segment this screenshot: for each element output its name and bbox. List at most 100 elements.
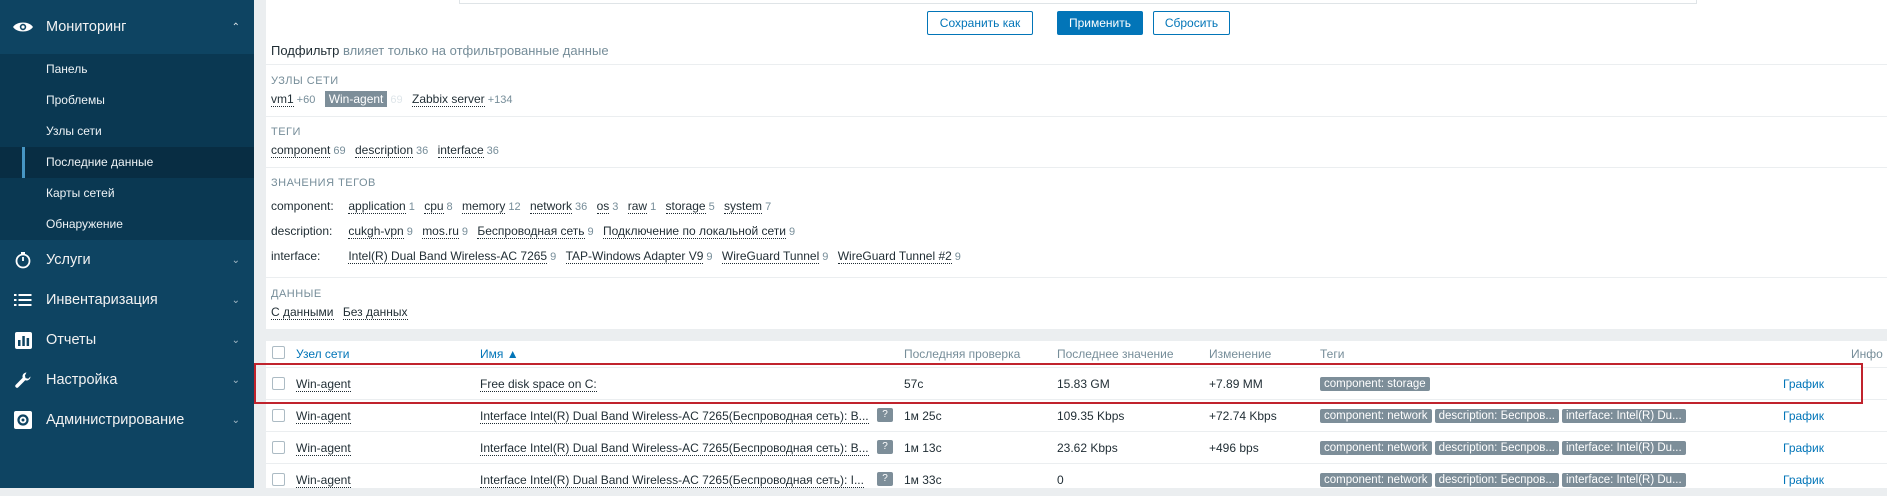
tag-label[interactable]: network [529, 199, 572, 214]
tag-label[interactable]: os [596, 199, 610, 214]
tag-label[interactable]: Zabbix server [411, 92, 485, 107]
tag-badge[interactable]: interface: Intel(R) Du... [1561, 473, 1686, 487]
row-host[interactable]: Win-agent [296, 473, 351, 488]
graph-link[interactable]: График [1783, 441, 1824, 455]
subfilter-value-lan[interactable]: Подключение по локальной сети 9 [603, 224, 795, 239]
subfilter-tag-component[interactable]: component 69 [271, 143, 346, 158]
menu-configuration[interactable]: Настройка ⌄ [0, 360, 254, 400]
item-name-link[interactable]: Interface Intel(R) Dual Band Wireless-AC… [480, 441, 869, 456]
row-host[interactable]: Win-agent [296, 409, 351, 424]
comment-icon[interactable]: ? [877, 408, 893, 422]
tag-badge[interactable]: component: network [1320, 409, 1432, 423]
tag-label[interactable]: Intel(R) Dual Band Wireless-AC 7265 [348, 249, 548, 264]
subfilter-host-zabbix-server[interactable]: Zabbix server +134 [411, 92, 512, 107]
menu-monitoring[interactable]: Мониторинг ⌃ [0, 0, 254, 54]
column-name-header[interactable]: Имя ▲ [480, 347, 519, 361]
reset-button[interactable]: Сбросить [1153, 11, 1230, 35]
subfilter-value-wireguard-2[interactable]: WireGuard Tunnel #2 9 [837, 249, 961, 264]
submenu-maps[interactable]: Карты сетей [0, 178, 254, 209]
tag-label[interactable]: component [271, 143, 331, 158]
save-as-button[interactable]: Сохранить как [927, 11, 1033, 35]
tag-label[interactable]: WireGuard Tunnel #2 [837, 249, 952, 264]
subfilter-value-system[interactable]: system 7 [724, 199, 771, 214]
graph-link[interactable]: График [1783, 409, 1824, 423]
tag-badge[interactable]: description: Беспров... [1434, 409, 1559, 423]
tag-badge[interactable]: interface: Intel(R) Du... [1561, 409, 1686, 423]
subfilter-without-data[interactable]: Без данных [342, 305, 408, 320]
column-host-header[interactable]: Узел сети [296, 347, 349, 361]
menu-reports[interactable]: Отчеты ⌄ [0, 320, 254, 360]
row-host[interactable]: Win-agent [296, 377, 351, 392]
select-all-checkbox[interactable] [272, 346, 285, 359]
subfilter-value-tap-windows[interactable]: TAP-Windows Adapter V9 9 [565, 249, 713, 264]
subfilter-value-wireguard[interactable]: WireGuard Tunnel 9 [721, 249, 828, 264]
subfilter-value-memory[interactable]: memory 12 [462, 199, 521, 214]
tag-badge[interactable]: interface: Intel(R) Du... [1561, 441, 1686, 455]
row-checkbox[interactable] [272, 473, 285, 486]
submenu-hosts[interactable]: Узлы сети [0, 116, 254, 147]
tag-label[interactable]: cpu [424, 199, 444, 214]
row-item-name[interactable]: Interface Intel(R) Dual Band Wireless-AC… [480, 441, 869, 456]
row-checkbox[interactable] [272, 441, 285, 454]
tag-badge[interactable]: component: network [1320, 473, 1432, 487]
host-link[interactable]: Win-agent [296, 441, 351, 456]
item-name-link[interactable]: Interface Intel(R) Dual Band Wireless-AC… [480, 473, 864, 488]
tag-badge[interactable]: component: network [1320, 441, 1432, 455]
subfilter-with-data[interactable]: С данными [271, 305, 334, 320]
tag-label[interactable]: vm1 [271, 92, 294, 107]
row-checkbox[interactable] [272, 377, 285, 390]
item-name-link[interactable]: Free disk space on C: [480, 377, 597, 392]
tag-label[interactable]: raw [627, 199, 648, 214]
apply-button[interactable]: Применить [1057, 11, 1143, 35]
row-checkbox[interactable] [272, 409, 285, 422]
subfilter-host-vm1[interactable]: vm1 +60 [271, 92, 315, 107]
item-name-link[interactable]: Interface Intel(R) Dual Band Wireless-AC… [480, 409, 869, 424]
tag-label[interactable]: interface [437, 143, 484, 158]
submenu-problems[interactable]: Проблемы [0, 85, 254, 116]
submenu-dashboard[interactable]: Панель [0, 54, 254, 85]
tag-label[interactable]: memory [462, 199, 506, 214]
subfilter-value-intel-wireless[interactable]: Intel(R) Dual Band Wireless-AC 7265 9 [348, 249, 556, 264]
tag-label[interactable]: Подключение по локальной сети [603, 224, 787, 239]
host-link[interactable]: Win-agent [296, 377, 351, 392]
tag-label[interactable]: description [354, 143, 413, 158]
tag-label[interactable]: Беспроводная сеть [477, 224, 585, 239]
tag-badge[interactable]: component: storage [1320, 377, 1430, 391]
subfilter-tag-description[interactable]: description 36 [354, 143, 428, 158]
tag-label[interactable]: Win-agent [324, 91, 388, 107]
subfilter-value-wireless[interactable]: Беспроводная сеть 9 [477, 224, 594, 239]
subfilter-value-os[interactable]: os 3 [596, 199, 618, 214]
menu-services[interactable]: Услуги ⌄ [0, 240, 254, 280]
subfilter-value-network[interactable]: network 36 [529, 199, 587, 214]
subfilter-value-application[interactable]: application 1 [348, 199, 415, 214]
graph-link[interactable]: График [1783, 473, 1824, 487]
subfilter-value-raw[interactable]: raw 1 [627, 199, 656, 214]
subfilter-tag-interface[interactable]: interface 36 [437, 143, 499, 158]
menu-administration[interactable]: Администрирование ⌄ [0, 400, 254, 440]
subfilter-host-win-agent[interactable]: Win-agent 69 [324, 91, 403, 107]
tag-label[interactable]: storage [665, 199, 706, 214]
submenu-latest-data[interactable]: Последние данные [0, 147, 254, 178]
host-link[interactable]: Win-agent [296, 409, 351, 424]
tag-label[interactable]: С данными [271, 305, 334, 320]
comment-icon[interactable]: ? [877, 472, 893, 486]
subfilter-value-cpu[interactable]: cpu 8 [424, 199, 453, 214]
tag-label[interactable]: TAP-Windows Adapter V9 [565, 249, 704, 264]
menu-inventory[interactable]: Инвентаризация ⌄ [0, 280, 254, 320]
subfilter-value-mos-ru[interactable]: mos.ru 9 [422, 224, 468, 239]
tag-label[interactable]: Без данных [342, 305, 408, 320]
subfilter-value-cukgh-vpn[interactable]: cukgh-vpn 9 [348, 224, 413, 239]
tag-label[interactable]: mos.ru [422, 224, 459, 239]
subfilter-value-storage[interactable]: storage 5 [665, 199, 715, 214]
comment-icon[interactable]: ? [877, 440, 893, 454]
tag-label[interactable]: application [348, 199, 406, 214]
row-item-name[interactable]: Free disk space on C: [480, 377, 597, 392]
row-item-name[interactable]: Interface Intel(R) Dual Band Wireless-AC… [480, 473, 864, 488]
tag-badge[interactable]: description: Беспров... [1434, 473, 1559, 487]
graph-link[interactable]: График [1783, 377, 1824, 391]
tag-badge[interactable]: description: Беспров... [1434, 441, 1559, 455]
tag-label[interactable]: WireGuard Tunnel [721, 249, 820, 264]
tag-label[interactable]: cukgh-vpn [348, 224, 404, 239]
host-link[interactable]: Win-agent [296, 473, 351, 488]
row-item-name[interactable]: Interface Intel(R) Dual Band Wireless-AC… [480, 409, 869, 424]
